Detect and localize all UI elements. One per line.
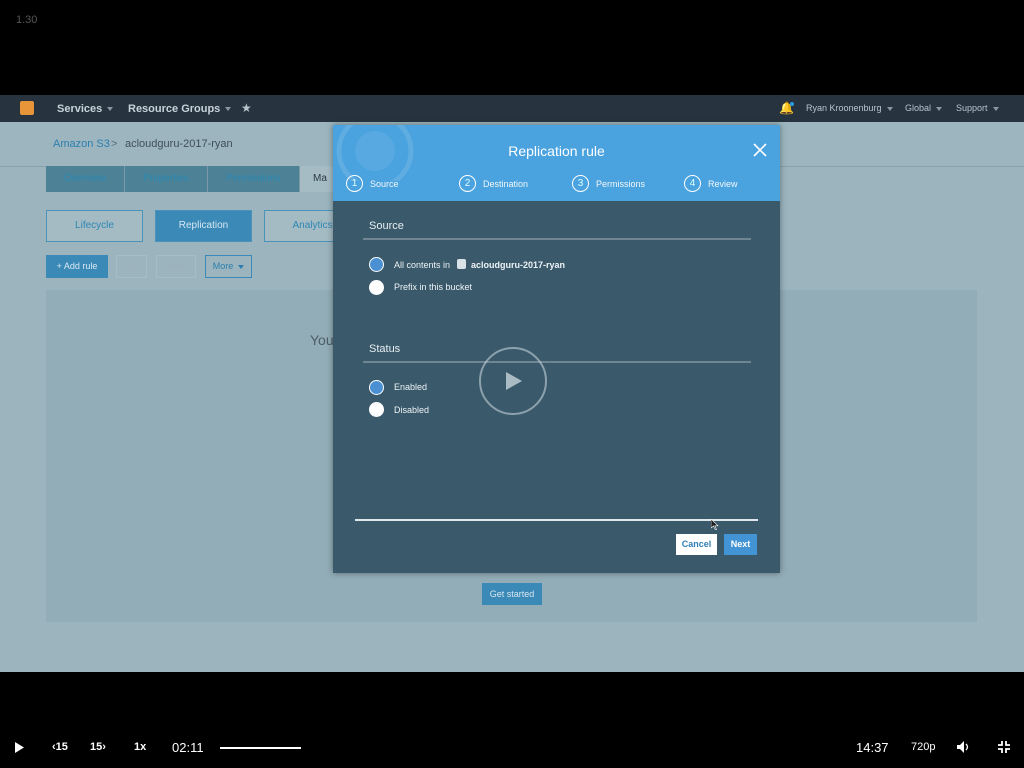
- disabled-label: Disabled: [394, 405, 430, 415]
- step-1-number: 1: [346, 175, 363, 192]
- play-icon[interactable]: [14, 742, 24, 753]
- notification-dot: [790, 102, 794, 106]
- source-divider: [363, 238, 751, 240]
- exit-fullscreen-icon[interactable]: [998, 741, 1010, 753]
- breadcrumb-bucket: acloudguru-2017-ryan: [125, 138, 233, 150]
- services-menu[interactable]: Services: [57, 103, 114, 115]
- rewind-15-button[interactable]: ‹15: [52, 741, 68, 753]
- region-menu[interactable]: Global: [905, 103, 943, 113]
- all-contents-label: All contents in: [394, 260, 451, 270]
- step-2-number: 2: [459, 175, 476, 192]
- mouse-cursor-icon: [711, 519, 719, 530]
- bucket-icon: [457, 259, 466, 269]
- status-heading: Status: [369, 343, 401, 355]
- quality-button[interactable]: 720p: [911, 741, 935, 753]
- current-time: 02:11: [172, 740, 204, 755]
- prefix-radio[interactable]: [369, 280, 384, 295]
- duration: 14:37: [856, 740, 889, 755]
- top-navbar: Services Resource Groups ★ 🔔 Ryan Kroone…: [0, 95, 1024, 122]
- step-4-label[interactable]: Review: [708, 179, 738, 189]
- replication-button[interactable]: Replication: [155, 210, 252, 242]
- enabled-label: Enabled: [394, 382, 428, 392]
- volume-icon[interactable]: [957, 741, 971, 753]
- tab-overview[interactable]: Overview: [46, 166, 125, 192]
- add-rule-button[interactable]: + Add rule: [46, 255, 108, 278]
- bucket-name: acloudguru-2017-ryan: [471, 260, 566, 270]
- edit-button[interactable]: Edit: [116, 255, 147, 278]
- lifecycle-button[interactable]: Lifecycle: [46, 210, 143, 242]
- replication-rule-dialog: Replication rule 1 Source 2 Destination …: [333, 125, 780, 573]
- aws-logo-icon[interactable]: [20, 101, 34, 115]
- step-1-label[interactable]: Source: [370, 179, 399, 189]
- version-label: 1.30: [16, 14, 38, 26]
- prefix-label: Prefix in this bucket: [394, 282, 473, 292]
- footer-divider: [355, 519, 758, 521]
- disabled-radio[interactable]: [369, 402, 384, 417]
- resource-groups-menu[interactable]: Resource Groups: [128, 103, 232, 115]
- delete-button[interactable]: Delete: [156, 255, 196, 278]
- play-overlay-icon: [506, 372, 522, 390]
- enabled-radio[interactable]: [369, 380, 384, 395]
- support-menu[interactable]: Support: [956, 103, 999, 113]
- forward-15-button[interactable]: 15›: [90, 741, 106, 753]
- panel-text: You: [310, 332, 334, 348]
- breadcrumb-root[interactable]: Amazon S3: [53, 138, 110, 150]
- all-contents-radio[interactable]: [369, 257, 384, 272]
- user-menu[interactable]: Ryan Kroonenburg: [806, 103, 893, 113]
- tab-properties[interactable]: Properties: [125, 166, 208, 192]
- progress-bar[interactable]: [220, 747, 301, 749]
- source-heading: Source: [369, 220, 404, 232]
- dialog-title: Replication rule: [508, 143, 605, 159]
- next-button[interactable]: Next: [724, 534, 757, 555]
- status-divider: [363, 361, 751, 363]
- get-started-button[interactable]: Get started: [482, 583, 542, 605]
- play-overlay-button[interactable]: [479, 347, 547, 415]
- more-menu[interactable]: More: [205, 255, 252, 278]
- pin-icon[interactable]: ★: [241, 101, 252, 115]
- tab-permissions[interactable]: Permissions: [208, 166, 300, 192]
- breadcrumb-separator: >: [111, 138, 118, 150]
- close-icon[interactable]: [753, 143, 767, 157]
- step-3-label[interactable]: Permissions: [596, 179, 645, 189]
- step-3-number: 3: [572, 175, 589, 192]
- speed-button[interactable]: 1x: [134, 741, 146, 753]
- dialog-header: Replication rule 1 Source 2 Destination …: [333, 125, 780, 201]
- video-player-bar: ‹15 15› 1x 02:11 14:37 720p: [0, 672, 1024, 768]
- step-2-label[interactable]: Destination: [483, 179, 528, 189]
- cancel-button[interactable]: Cancel: [676, 534, 717, 555]
- step-4-number: 4: [684, 175, 701, 192]
